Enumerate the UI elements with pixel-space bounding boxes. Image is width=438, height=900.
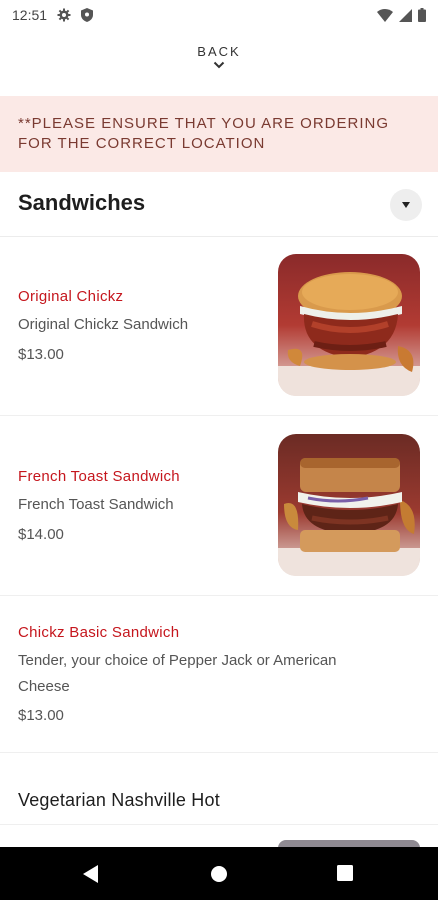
section-header[interactable]: Sandwiches [0, 174, 438, 237]
home-circle-icon[interactable] [210, 865, 228, 883]
chicken-sandwich-image [278, 254, 420, 396]
status-right [377, 8, 426, 22]
chevron-down-icon [213, 61, 225, 69]
item-name: Chickz Basic Sandwich [18, 624, 180, 641]
status-left: 12:51 [12, 7, 94, 23]
item-price: $13.00 [18, 707, 64, 724]
status-time: 12:51 [12, 7, 48, 23]
item-description-line-1: Tender, your choice of Pepper Jack or Am… [18, 652, 337, 669]
item-price: $14.00 [18, 526, 64, 543]
notice-line-1: **PLEASE ENSURE THAT YOU ARE ORDERING [18, 115, 389, 132]
settings-icon [57, 8, 71, 22]
caret-down-icon [402, 202, 410, 208]
item-price: $13.00 [18, 346, 64, 363]
back-triangle-icon[interactable] [82, 864, 100, 884]
item-description: Tender, your choice of Pepper Jack or Am… [18, 648, 388, 700]
menu-item-french-toast-sandwich[interactable]: French Toast Sandwich French Toast Sandw… [0, 416, 438, 596]
battery-icon [418, 8, 426, 22]
menu-item-original-chickz[interactable]: Original Chickz Original Chickz Sandwich… [0, 236, 438, 416]
menu-item-chickz-basic-sandwich[interactable]: Chickz Basic Sandwich Tender, your choic… [0, 596, 438, 753]
section-title: Sandwiches [18, 190, 146, 215]
navigation-bar [0, 847, 438, 900]
item-name: Original Chickz [18, 288, 124, 305]
french-toast-sandwich-image [278, 434, 420, 576]
item-description-line-2: Cheese [18, 678, 70, 695]
back-label: BACK [197, 44, 241, 59]
item-name: French Toast Sandwich [18, 468, 180, 485]
item-image [278, 434, 420, 576]
signal-icon [399, 8, 412, 22]
menu-item-vegetarian-nashville-hot[interactable]: Vegetarian Nashville Hot [18, 790, 220, 811]
divider [0, 824, 438, 825]
status-bar: 12:51 [0, 0, 438, 30]
item-image [278, 254, 420, 396]
section-collapse-button[interactable] [390, 189, 422, 221]
recents-square-icon[interactable] [337, 865, 353, 881]
wifi-icon [377, 8, 393, 22]
location-notice: **PLEASE ENSURE THAT YOU ARE ORDERING FO… [0, 96, 438, 172]
back-button[interactable]: BACK [0, 44, 438, 69]
shield-icon [81, 8, 94, 22]
notice-line-2: FOR THE CORRECT LOCATION [18, 135, 266, 152]
